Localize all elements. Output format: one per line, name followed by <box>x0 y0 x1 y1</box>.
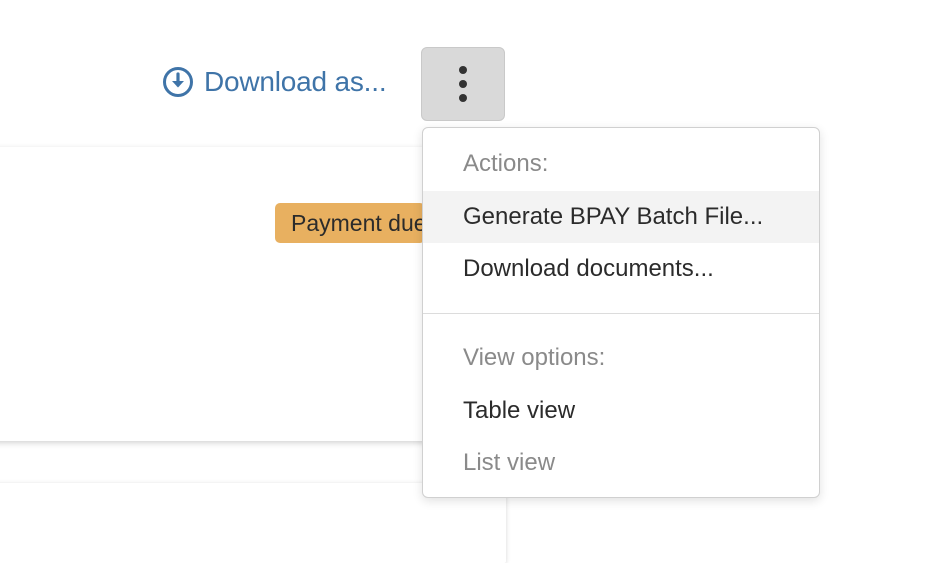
more-options-menu: Actions: Generate BPAY Batch File... Dow… <box>422 127 820 498</box>
menu-item-download-documents[interactable]: Download documents... <box>423 243 819 295</box>
menu-item-label: Generate BPAY Batch File... <box>463 203 764 230</box>
download-circle-icon <box>162 66 194 98</box>
menu-item-list-view[interactable]: List view <box>423 437 819 489</box>
status-badge-label: Payment due <box>291 209 425 236</box>
status-badge: Payment due <box>275 203 425 243</box>
menu-item-label: Download documents... <box>463 255 714 282</box>
menu-divider <box>423 313 819 314</box>
view-options-heading: View options: <box>463 344 606 371</box>
menu-item-label: Table view <box>463 397 576 424</box>
download-as-link[interactable]: Download as... <box>162 62 387 102</box>
kebab-vertical-icon <box>459 66 467 102</box>
menu-item-generate-bpay[interactable]: Generate BPAY Batch File... <box>423 191 819 243</box>
menu-item-label: List view <box>463 449 556 476</box>
menu-item-table-view[interactable]: Table view <box>423 385 819 437</box>
more-options-button[interactable] <box>421 47 505 121</box>
download-as-label: Download as... <box>204 66 387 97</box>
actions-heading: Actions: <box>463 150 549 177</box>
